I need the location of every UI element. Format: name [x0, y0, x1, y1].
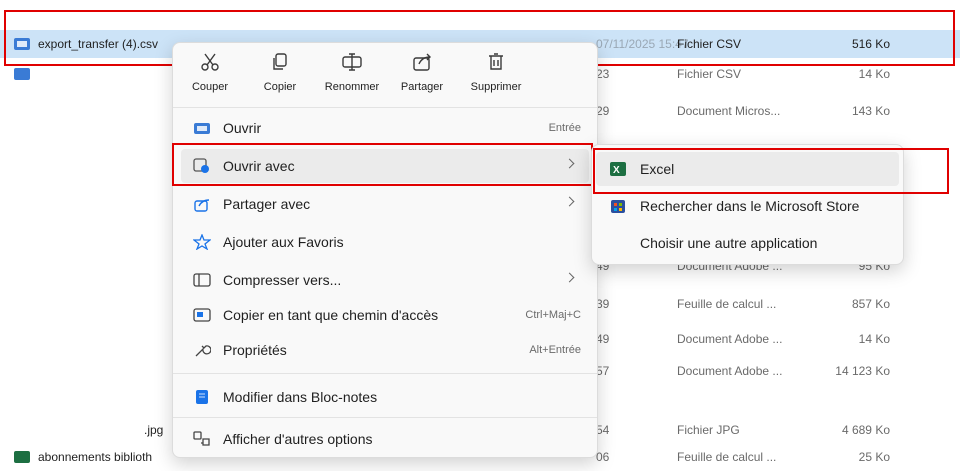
path-icon	[193, 308, 211, 322]
chevron-right-icon	[564, 196, 575, 207]
file-type: Fichier CSV	[677, 37, 742, 51]
open-with-submenu: X Excel Rechercher dans le Microsoft Sto…	[591, 144, 904, 265]
file-size: 14 Ko	[858, 332, 890, 346]
file-date: 54	[596, 423, 610, 437]
notepad-icon	[196, 390, 208, 404]
submenu-item-label: Excel	[640, 161, 675, 177]
menu-item-open-with[interactable]: Ouvrir avec	[181, 149, 589, 183]
excel-icon: X	[610, 162, 626, 176]
menu-item-open[interactable]: Ouvrir Entrée	[181, 111, 589, 145]
scissors-icon	[201, 53, 219, 71]
menu-item-more-options[interactable]: Afficher d'autres options	[181, 422, 589, 456]
copy-label: Copier	[263, 81, 297, 93]
rename-button[interactable]: Renommer	[317, 51, 387, 103]
open-with-icon	[193, 158, 209, 173]
menu-item-label: Copier en tant que chemin d'accès	[223, 307, 439, 323]
menu-item-copy-path[interactable]: Copier en tant que chemin d'accès Ctrl+M…	[181, 298, 589, 332]
file-size: 14 Ko	[858, 67, 890, 81]
file-type: Feuille de calcul ...	[677, 450, 777, 464]
menu-item-label: Afficher d'autres options	[223, 431, 373, 447]
menu-item-label: Ajouter aux Favoris	[223, 234, 344, 250]
menu-item-properties[interactable]: Propriétés Alt+Entrée	[181, 333, 589, 367]
submenu-item-label: Choisir une autre application	[640, 235, 818, 251]
file-date: 57	[596, 364, 610, 378]
divider	[173, 417, 597, 418]
file-size: 857 Ko	[851, 297, 890, 311]
copy-button[interactable]: Copier	[245, 51, 315, 103]
cut-label: Couper	[191, 81, 229, 93]
share-icon	[413, 53, 431, 71]
more-options-icon	[193, 431, 210, 446]
chevron-right-icon	[564, 272, 575, 283]
menu-item-label: Propriétés	[223, 342, 287, 358]
archive-icon	[193, 273, 211, 287]
file-date: 49	[596, 332, 610, 346]
file-size: 143 Ko	[851, 104, 890, 118]
file-date: 29	[596, 104, 610, 118]
share-label: Partager	[400, 81, 444, 93]
submenu-item-other-app[interactable]: Choisir une autre application	[596, 226, 899, 260]
file-date: 39	[596, 297, 610, 311]
submenu-item-label: Rechercher dans le Microsoft Store	[640, 198, 860, 214]
file-type: Document Adobe ...	[677, 364, 783, 378]
menu-item-compress[interactable]: Compresser vers...	[181, 263, 589, 297]
svg-text:X: X	[613, 165, 620, 176]
share-icon	[194, 199, 210, 212]
file-size: 14 123 Ko	[835, 364, 890, 378]
cut-button[interactable]: Couper	[175, 51, 245, 103]
file-name: export_transfer (4).csv	[38, 37, 159, 51]
file-size: 516 Ko	[851, 37, 890, 51]
context-menu: Couper Copier Renommer Partager Supprime…	[172, 42, 598, 458]
file-size: 4 689 Ko	[841, 423, 890, 437]
store-icon	[611, 200, 625, 213]
file-type: Document Adobe ...	[677, 332, 783, 346]
delete-label: Supprimer	[470, 81, 522, 93]
open-file-icon	[194, 123, 210, 134]
copy-icon	[273, 53, 287, 70]
file-type: Fichier CSV	[677, 67, 742, 81]
file-type: Fichier JPG	[677, 423, 740, 437]
divider	[173, 107, 597, 108]
rename-label: Renommer	[324, 81, 380, 93]
file-date: 23	[596, 67, 610, 81]
menu-item-label: Modifier dans Bloc-notes	[223, 389, 378, 405]
file-name: abonnements biblioth	[38, 450, 153, 464]
quick-actions-bar: Couper Copier Renommer Partager Supprime…	[173, 43, 597, 107]
csv-file-icon	[14, 68, 30, 80]
menu-item-favorites[interactable]: Ajouter aux Favoris	[181, 225, 589, 259]
trash-icon	[489, 53, 503, 70]
share-button[interactable]: Partager	[387, 51, 457, 103]
shortcut-label: Entrée	[548, 122, 581, 134]
file-date: 06	[596, 450, 610, 464]
csv-file-icon	[14, 38, 30, 50]
file-type: Document Micros...	[677, 104, 781, 118]
wrench-icon	[195, 345, 211, 357]
menu-item-share-with[interactable]: Partager avec	[181, 187, 589, 221]
delete-button[interactable]: Supprimer	[461, 51, 531, 103]
submenu-item-store[interactable]: Rechercher dans le Microsoft Store	[596, 189, 899, 223]
file-date: 07/11/2025 15:47	[596, 37, 689, 51]
menu-item-label: Ouvrir	[223, 120, 262, 136]
shortcut-label: Ctrl+Maj+C	[525, 309, 581, 321]
menu-item-label: Ouvrir avec	[223, 158, 295, 174]
rename-icon	[342, 53, 362, 71]
spreadsheet-file-icon	[14, 451, 30, 463]
menu-item-label: Compresser vers...	[223, 272, 342, 288]
menu-item-notepad[interactable]: Modifier dans Bloc-notes	[181, 380, 589, 414]
star-icon	[193, 234, 211, 250]
file-type: Feuille de calcul ...	[677, 297, 777, 311]
menu-item-label: Partager avec	[223, 196, 311, 212]
submenu-item-excel[interactable]: X Excel	[596, 152, 899, 186]
divider	[173, 373, 597, 374]
shortcut-label: Alt+Entrée	[529, 344, 581, 356]
chevron-right-icon	[564, 158, 575, 169]
file-size: 25 Ko	[858, 450, 890, 464]
file-name: .jpg	[144, 423, 164, 437]
